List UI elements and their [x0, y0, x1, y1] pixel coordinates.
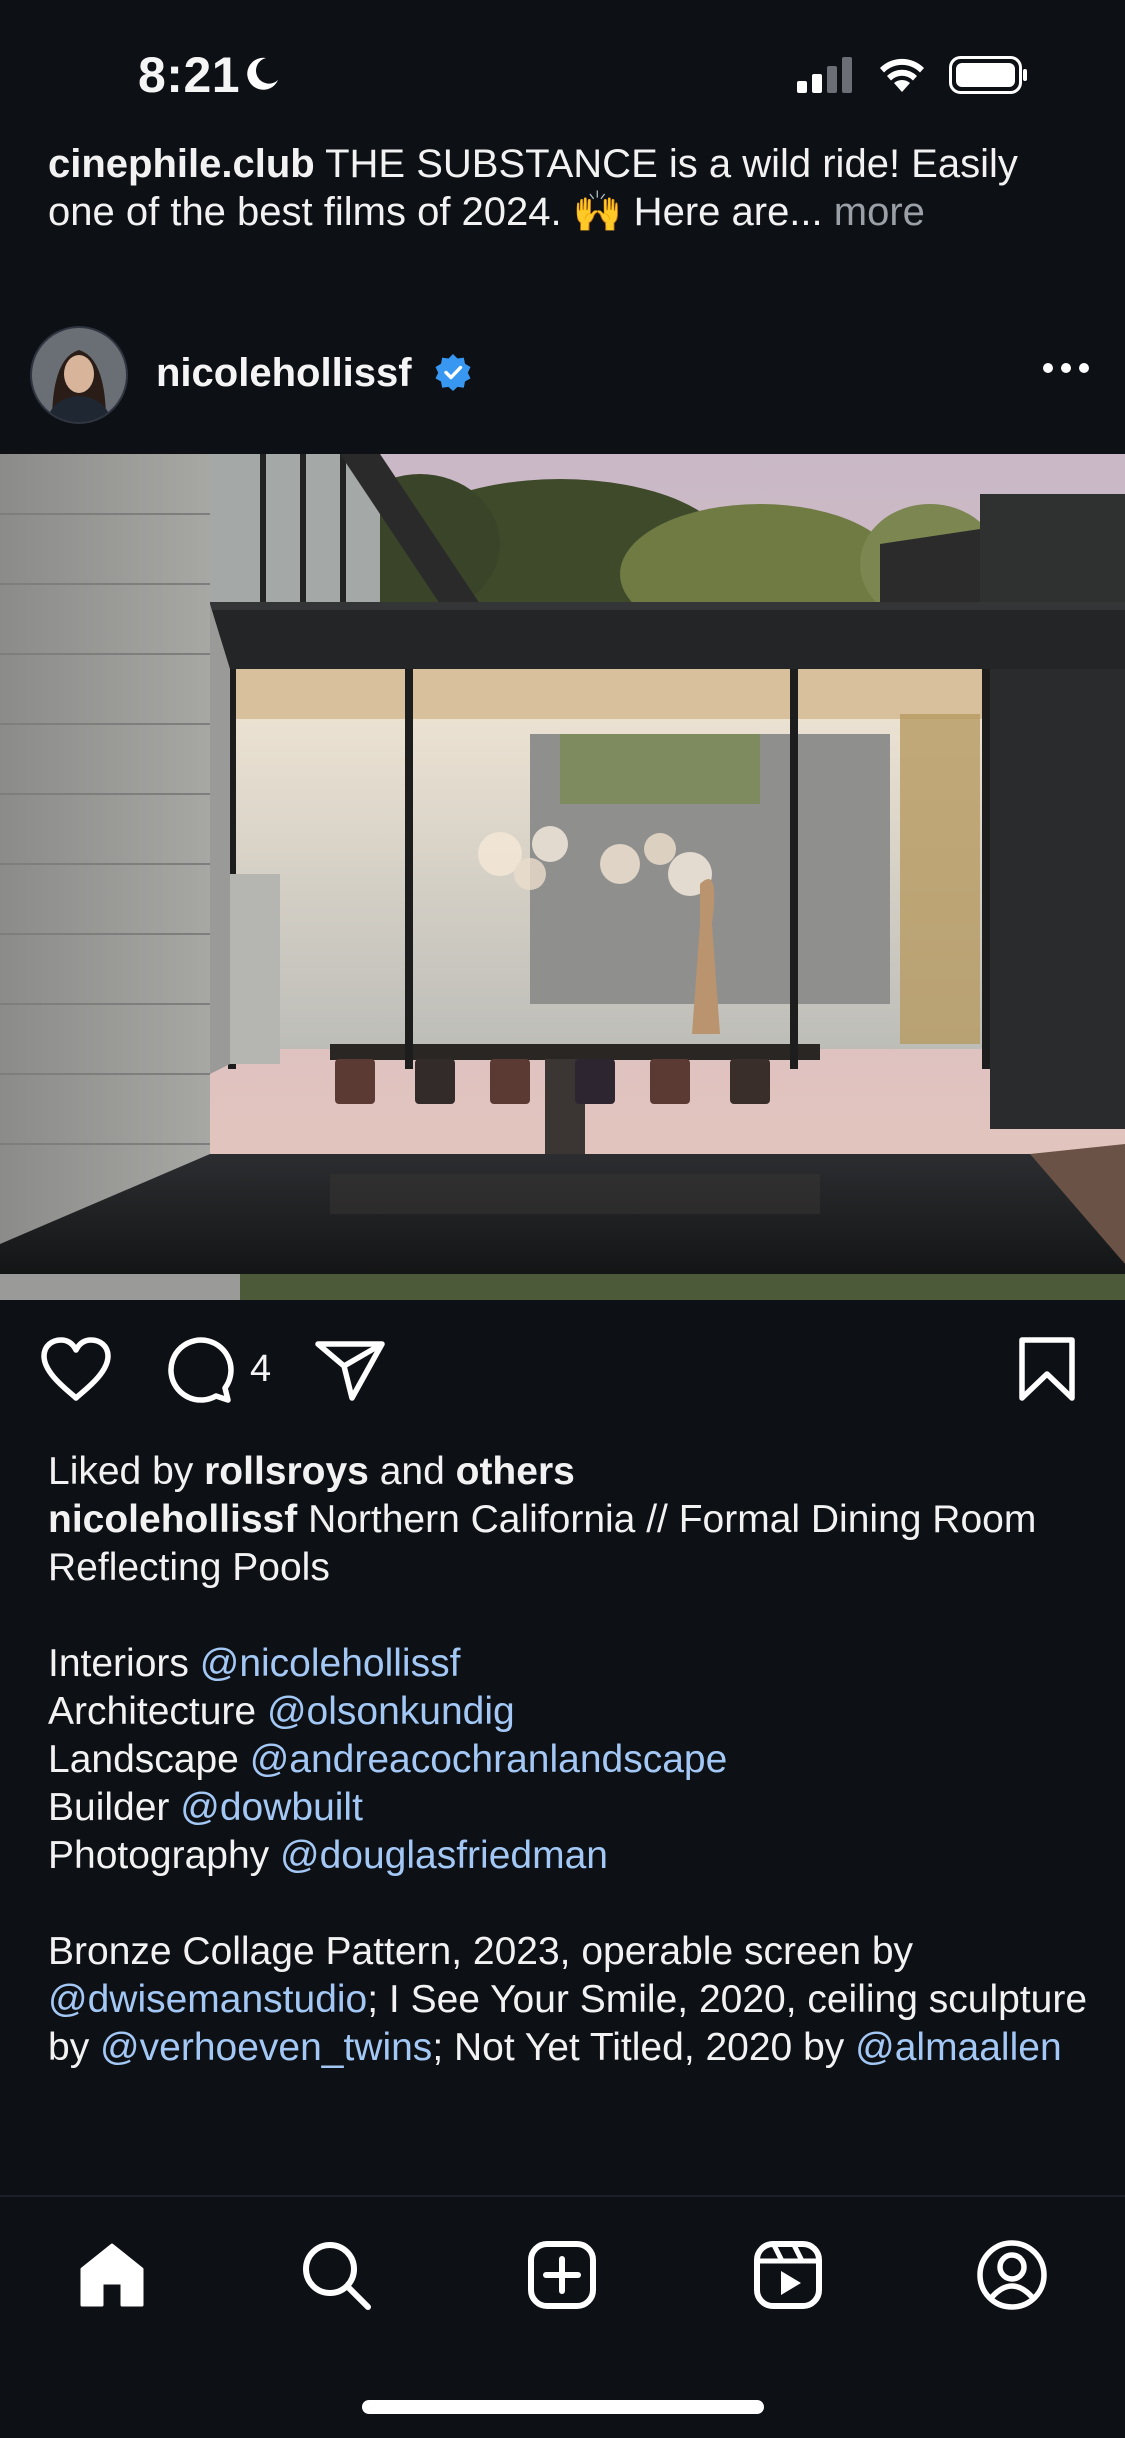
bookmark-save-icon[interactable] — [1016, 1336, 1078, 1402]
previous-post-username[interactable]: cinephile.club — [48, 142, 315, 186]
mention-link[interactable]: @almaallen — [855, 2026, 1062, 2069]
dining-room-photo — [0, 454, 1125, 1300]
credit-line: Builder @dowbuilt — [48, 1784, 1088, 1832]
post-header: nicolehollissf — [0, 325, 1125, 425]
post-image[interactable] — [0, 454, 1125, 1300]
mention-link[interactable]: @andreacochranlandscape — [250, 1738, 728, 1781]
more-link[interactable]: more — [834, 190, 925, 234]
search-icon[interactable] — [300, 2239, 372, 2311]
liked-by-and: and — [379, 1450, 445, 1493]
status-bar: 8:21 — [0, 0, 1125, 148]
post-caption: Liked by rollsroys and others nicoleholl… — [48, 1448, 1088, 2072]
home-indicator — [362, 2400, 764, 2414]
liked-by-user[interactable]: rollsroys — [204, 1450, 369, 1493]
art-text: ; Not Yet Titled, 2020 by — [432, 2026, 845, 2069]
verified-badge-icon — [435, 354, 471, 391]
mention-link[interactable]: @dowbuilt — [180, 1786, 363, 1829]
comment-icon[interactable] — [164, 1336, 234, 1404]
credit-line: Architecture @olsonkundig — [48, 1688, 1088, 1736]
credit-line: Interiors @nicolehollissf — [48, 1640, 1088, 1688]
mention-link[interactable]: @olsonkundig — [267, 1690, 515, 1733]
battery-icon — [949, 56, 1027, 94]
caption-intro: nicolehollissf Northern California // Fo… — [48, 1496, 1088, 1592]
wifi-icon — [880, 58, 924, 92]
credit-line: Landscape @andreacochranlandscape — [48, 1736, 1088, 1784]
avatar[interactable] — [32, 328, 126, 422]
liked-by-line: Liked by rollsroys and others — [48, 1448, 1088, 1496]
cellular-signal-icon — [797, 57, 852, 93]
credit-line: Photography @douglasfriedman — [48, 1832, 1088, 1880]
more-options-icon[interactable] — [1041, 361, 1091, 375]
home-icon[interactable] — [76, 2239, 148, 2311]
mention-link[interactable]: @dwisemanstudio — [48, 1978, 367, 2021]
credit-role: Photography — [48, 1834, 270, 1877]
mention-link[interactable]: @nicolehollissf — [200, 1642, 461, 1685]
credit-role: Interiors — [48, 1642, 189, 1685]
comment-count: 4 — [250, 1348, 272, 1390]
reels-icon[interactable] — [752, 2239, 824, 2311]
moon-icon — [247, 57, 278, 90]
mention-link[interactable]: @douglasfriedman — [280, 1834, 608, 1877]
post-actions: 4 — [0, 1330, 1125, 1410]
credit-role: Architecture — [48, 1690, 257, 1733]
credit-role: Landscape — [48, 1738, 239, 1781]
post-username[interactable]: nicolehollissf — [156, 351, 412, 396]
mention-link[interactable]: @verhoeven_twins — [100, 2026, 432, 2069]
art-credits: Bronze Collage Pattern, 2023, operable s… — [48, 1928, 1088, 2072]
like-heart-icon[interactable] — [40, 1336, 112, 1402]
create-icon[interactable] — [526, 2239, 598, 2311]
caption-username[interactable]: nicolehollissf — [48, 1498, 297, 1541]
liked-by-prefix: Liked by — [48, 1450, 194, 1493]
status-icons — [797, 56, 1029, 94]
previous-post-caption: cinephile.club THE SUBSTANCE is a wild r… — [48, 140, 1088, 236]
liked-by-others[interactable]: others — [456, 1450, 575, 1493]
status-time: 8:21 — [138, 47, 241, 103]
share-send-icon[interactable] — [314, 1338, 386, 1402]
profile-icon[interactable] — [976, 2239, 1048, 2311]
art-text: Bronze Collage Pattern, 2023, operable s… — [48, 1930, 914, 1973]
credit-role: Builder — [48, 1786, 170, 1829]
avatar-image — [32, 328, 126, 422]
